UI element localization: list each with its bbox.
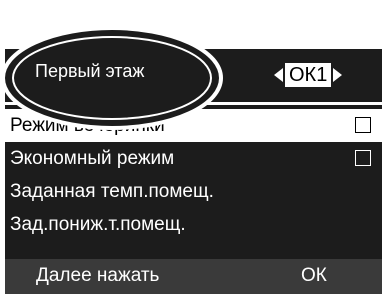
display-screen: ОК1 Режим вечеринки Экономный режим Зада…	[5, 49, 382, 294]
header-divider	[5, 102, 382, 105]
program-selector[interactable]: ОК1	[274, 62, 343, 87]
arrow-left-icon[interactable]	[274, 67, 283, 82]
menu-item-label: Зад.пониж.т.помещ.	[10, 213, 186, 235]
program-label: ОК1	[285, 62, 332, 87]
arrow-right-icon[interactable]	[333, 67, 343, 82]
menu-item-party-mode[interactable]: Режим вечеринки	[5, 109, 382, 142]
party-mode-checkbox[interactable]	[355, 117, 371, 133]
page-title: Первый этаж	[35, 61, 145, 81]
eco-mode-checkbox[interactable]	[355, 150, 371, 166]
footer-bar: Далее нажать ОК	[5, 259, 382, 294]
footer-hint: Далее нажать	[36, 265, 160, 286]
menu-item-eco-mode[interactable]: Экономный режим	[5, 142, 382, 175]
ok-button[interactable]: ОК	[301, 265, 327, 287]
menu-item-label: Экономный режим	[10, 147, 175, 169]
menu-item-room-temp[interactable]: Заданная темп.помещ.	[5, 175, 382, 208]
menu-item-reduced-room-temp[interactable]: Зад.пониж.т.помещ.	[5, 208, 382, 241]
menu-item-label: Режим вечеринки	[10, 114, 165, 136]
menu-item-label: Заданная темп.помещ.	[10, 180, 214, 202]
